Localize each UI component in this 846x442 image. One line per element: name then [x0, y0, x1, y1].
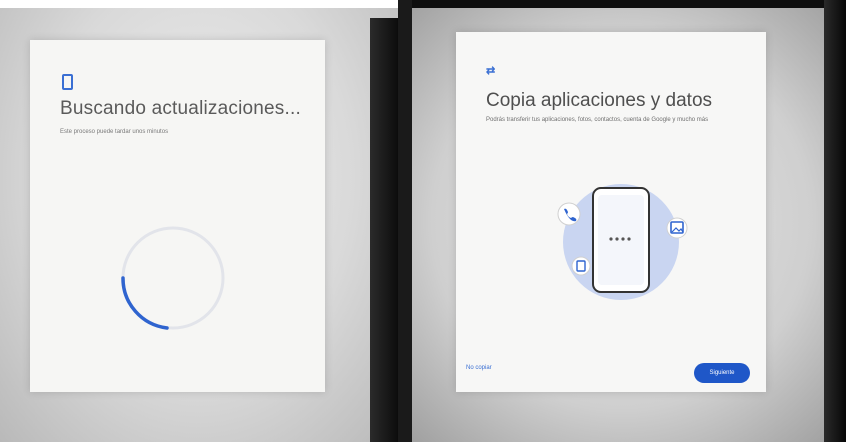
photo-edge: [0, 0, 398, 8]
image-icon: [666, 217, 688, 239]
device-bezel: [370, 18, 398, 442]
document-icon: [571, 256, 591, 276]
phone-screen: [598, 195, 644, 285]
copy-apps-screen: ⇄ Copia aplicaciones y datos Podrás tran…: [456, 32, 766, 392]
skip-link[interactable]: No copiar: [466, 365, 492, 371]
update-check-screen: Buscando actualizaciones... Este proceso…: [30, 40, 325, 392]
page-title: Buscando actualizaciones...: [60, 98, 301, 119]
device-bezel-right: [824, 0, 846, 442]
page-subtitle: Este proceso puede tardar unos minutos: [60, 129, 169, 135]
next-button[interactable]: Siguiente: [694, 363, 750, 383]
right-photo: ⇄ Copia aplicaciones y datos Podrás tran…: [398, 0, 846, 442]
device-bezel-left: [398, 0, 412, 442]
left-photo: Buscando actualizaciones... Este proceso…: [0, 0, 398, 442]
phone-icon: [62, 74, 73, 90]
phone-call-icon: [557, 202, 581, 226]
page-description: Podrás transferir tus aplicaciones, foto…: [486, 117, 709, 123]
spinner-arc: [121, 276, 169, 330]
progress-spinner: [121, 226, 225, 330]
device-bezel-top: [398, 0, 846, 8]
transfer-icon: ⇄: [486, 65, 496, 77]
transfer-illustration: [557, 184, 688, 300]
page-title: Copia aplicaciones y datos: [486, 90, 713, 111]
